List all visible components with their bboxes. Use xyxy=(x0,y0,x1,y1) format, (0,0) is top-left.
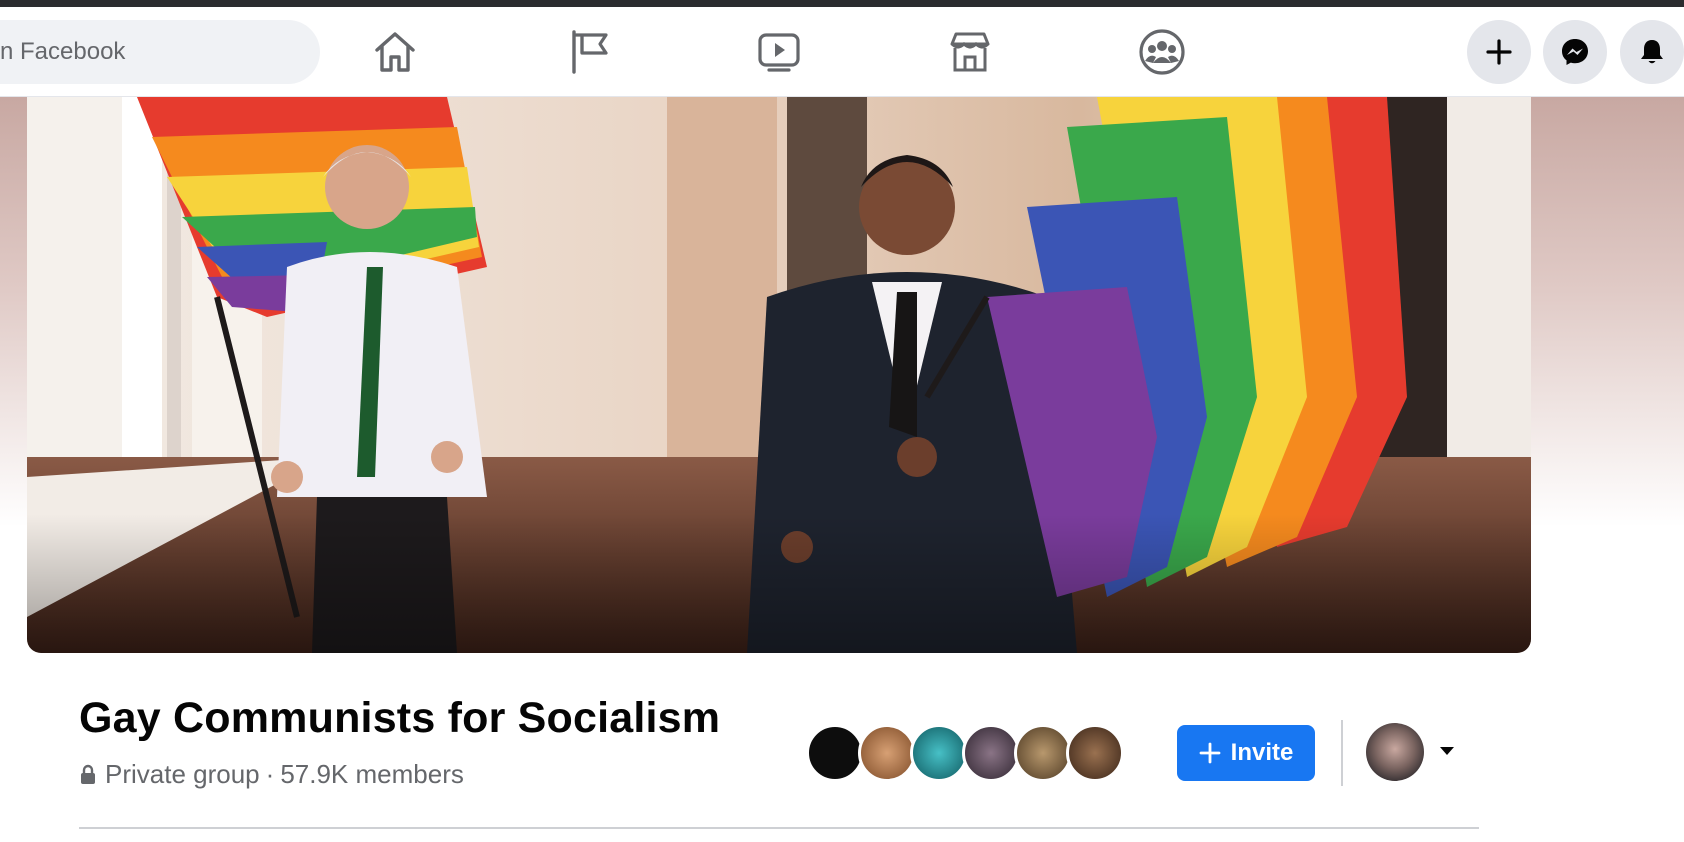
window-top-edge xyxy=(0,0,1684,7)
search-placeholder: n Facebook xyxy=(0,38,126,65)
caret-down-icon[interactable] xyxy=(1438,745,1456,757)
avatar xyxy=(858,724,916,782)
notifications-button[interactable] xyxy=(1620,20,1684,84)
home-icon xyxy=(369,26,421,78)
video-icon xyxy=(753,26,805,78)
nav-home[interactable] xyxy=(369,26,421,78)
search-input[interactable]: n Facebook xyxy=(0,20,320,84)
member-avatar-stack[interactable] xyxy=(806,724,1126,782)
nav-groups[interactable] xyxy=(1136,26,1188,78)
plus-icon xyxy=(1199,742,1221,764)
invite-button[interactable]: Invite xyxy=(1177,725,1315,781)
messenger-button[interactable] xyxy=(1543,20,1607,84)
avatar xyxy=(962,724,1020,782)
nav-watch[interactable] xyxy=(753,26,805,78)
group-title[interactable]: Gay Communists for Socialism xyxy=(79,694,720,743)
group-cover-photo[interactable] xyxy=(27,97,1531,653)
lock-icon xyxy=(79,764,97,786)
nav-marketplace[interactable] xyxy=(944,26,996,78)
avatar[interactable] xyxy=(1366,723,1424,781)
group-meta: Private group · 57.9K members xyxy=(79,759,464,790)
group-member-count[interactable]: 57.9K members xyxy=(280,759,464,790)
bell-icon xyxy=(1636,36,1668,68)
groups-icon xyxy=(1136,26,1188,78)
create-button[interactable] xyxy=(1467,20,1531,84)
avatar xyxy=(910,724,968,782)
plus-icon xyxy=(1483,36,1515,68)
divider xyxy=(1341,720,1343,786)
group-privacy[interactable]: Private group xyxy=(105,759,260,790)
flag-icon xyxy=(562,26,614,78)
meta-separator: · xyxy=(265,759,275,789)
avatar xyxy=(806,724,864,782)
avatar xyxy=(1066,724,1124,782)
store-icon xyxy=(944,26,996,78)
section-divider xyxy=(79,827,1479,829)
facebook-top-bar: n Facebook xyxy=(0,7,1684,97)
invite-label: Invite xyxy=(1230,739,1294,766)
messenger-icon xyxy=(1559,36,1591,68)
avatar xyxy=(1014,724,1072,782)
nav-pages[interactable] xyxy=(562,26,614,78)
